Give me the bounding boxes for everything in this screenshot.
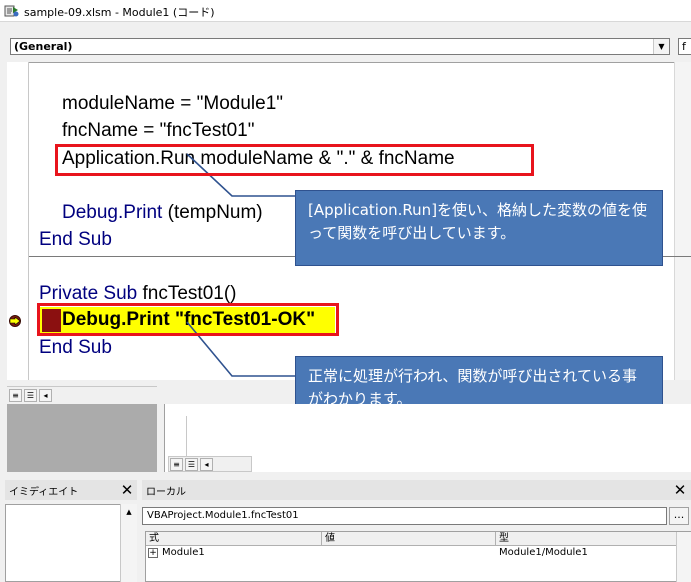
module-view-icon[interactable]: ☰ — [24, 389, 37, 402]
code-line[interactable]: moduleName = "Module1" — [62, 93, 283, 115]
locals-pane-title: ローカル — [146, 487, 186, 498]
code-vertical-scrollbar[interactable] — [674, 62, 691, 380]
code-line[interactable]: End Sub — [39, 229, 112, 251]
procedure-view-icon[interactable]: ≡ — [9, 389, 22, 402]
code-line[interactable]: Private Sub fncTest01() — [39, 283, 237, 305]
object-combo-value: (General) — [14, 40, 73, 53]
call-stack-button[interactable]: ... — [669, 507, 689, 525]
code-keyword: End Sub — [39, 229, 112, 250]
immediate-input[interactable] — [5, 504, 137, 582]
annotation-box-debug-print — [37, 303, 339, 336]
annotation-box-application-run — [55, 144, 534, 176]
column-header-expression[interactable]: 式 — [146, 532, 322, 546]
code-keyword: End Sub — [39, 337, 112, 358]
locals-row-expression[interactable]: Module1 — [162, 546, 205, 560]
expand-icon[interactable]: + — [148, 548, 158, 558]
code-line[interactable]: Debug.Print (tempNum) — [62, 202, 263, 224]
window-title: sample-09.xlsm - Module1 (コード) — [24, 6, 215, 19]
locals-pane-header: ローカル — [142, 480, 691, 500]
vba-module-icon — [4, 5, 19, 17]
column-header-type[interactable]: 型 — [496, 532, 676, 546]
column-header-value[interactable]: 値 — [322, 532, 496, 546]
code-keyword: Debug.Print — [62, 202, 163, 223]
object-combo[interactable]: (General) ▼ — [10, 38, 670, 55]
locals-vertical-scrollbar[interactable] — [676, 532, 691, 582]
code-line[interactable]: fncName = "fncTest01" — [62, 120, 255, 142]
callout-application-run: [Application.Run]を使い、格納した変数の値を使って関数を呼び出し… — [295, 190, 663, 266]
procedure-view-icon[interactable]: ≡ — [170, 458, 183, 471]
immediate-pane-header: イミディエイト — [5, 480, 137, 500]
procedure-combo[interactable]: f — [678, 38, 691, 55]
mdi-background — [7, 404, 157, 472]
close-icon[interactable]: ✕ — [672, 483, 688, 499]
close-icon[interactable]: ✕ — [119, 483, 135, 499]
code-keyword: Private Sub — [39, 283, 138, 304]
chevron-down-icon[interactable]: ▼ — [653, 39, 669, 54]
scroll-left-icon[interactable]: ◂ — [39, 389, 52, 402]
module-view-icon[interactable]: ☰ — [185, 458, 198, 471]
locals-context-value: VBAProject.Module1.fncTest01 — [147, 510, 299, 521]
procedure-combo-value: f — [682, 40, 686, 53]
locals-context: VBAProject.Module1.fncTest01 — [142, 507, 667, 525]
execution-arrow-icon — [10, 317, 21, 325]
scroll-left-icon[interactable]: ◂ — [200, 458, 213, 471]
locals-row-type: Module1/Module1 — [499, 547, 588, 558]
scroll-up-icon[interactable]: ▲ — [124, 508, 134, 518]
code-line[interactable]: End Sub — [39, 337, 112, 359]
immediate-pane-title: イミディエイト — [9, 487, 79, 498]
title-bar: sample-09.xlsm - Module1 (コード) — [0, 0, 691, 22]
margin-indicator-bar[interactable] — [7, 62, 29, 380]
